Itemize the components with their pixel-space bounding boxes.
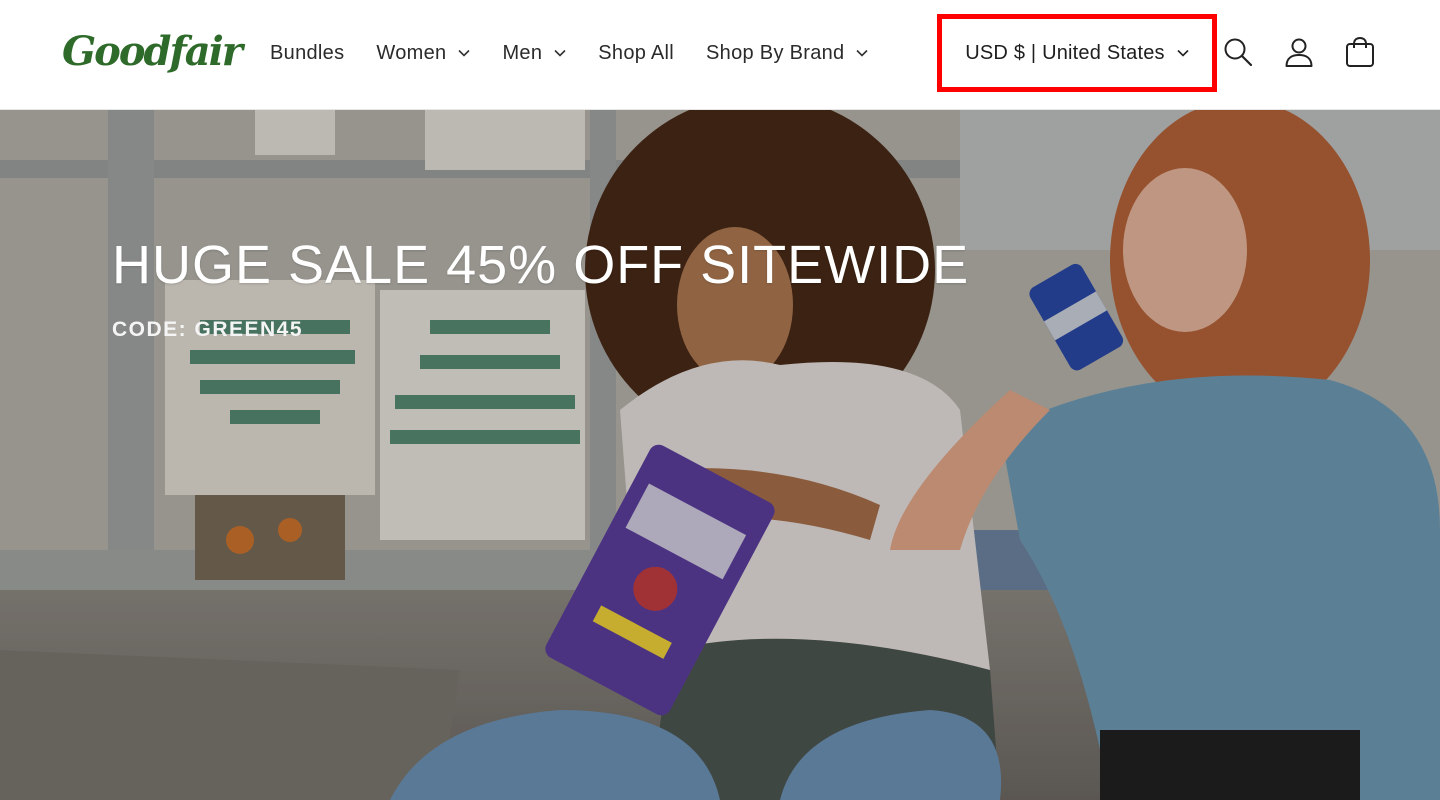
- nav-item-label: Shop By Brand: [706, 41, 845, 64]
- account-icon[interactable]: [1283, 36, 1315, 68]
- cart-icon[interactable]: [1344, 36, 1376, 68]
- hero-title: HUGE SALE 45% OFF SITEWIDE: [112, 235, 970, 295]
- currency-selector[interactable]: USD $ | United States: [937, 14, 1217, 92]
- search-icon[interactable]: [1222, 36, 1254, 68]
- chevron-down-icon: [856, 49, 869, 57]
- nav-item-label: Women: [376, 41, 447, 64]
- nav-item-shop-all[interactable]: Shop All: [582, 32, 690, 75]
- site-header: Goodfair Bundles Women Men Shop All Shop…: [0, 0, 1440, 110]
- main-nav: Bundles Women Men Shop All Shop By Brand: [254, 0, 884, 106]
- nav-item-men[interactable]: Men: [486, 32, 582, 75]
- nav-item-women[interactable]: Women: [360, 32, 486, 75]
- chevron-down-icon: [458, 49, 471, 57]
- nav-item-label: Bundles: [270, 41, 345, 64]
- nav-item-shop-by-brand[interactable]: Shop By Brand: [690, 32, 884, 75]
- nav-item-label: Men: [502, 41, 543, 64]
- hero-banner[interactable]: HUGE SALE 45% OFF SITEWIDE CODE: GREEN45: [0, 110, 1440, 800]
- hero-overlay: [0, 110, 1440, 800]
- goodfair-logo[interactable]: Goodfair: [62, 28, 243, 76]
- currency-label: USD $ | United States: [965, 41, 1165, 64]
- nav-item-bundles[interactable]: Bundles: [254, 32, 360, 75]
- chevron-down-icon: [1177, 49, 1189, 57]
- chevron-down-icon: [554, 49, 566, 57]
- promo-code: CODE: GREEN45: [112, 318, 304, 341]
- nav-item-label: Shop All: [598, 41, 675, 64]
